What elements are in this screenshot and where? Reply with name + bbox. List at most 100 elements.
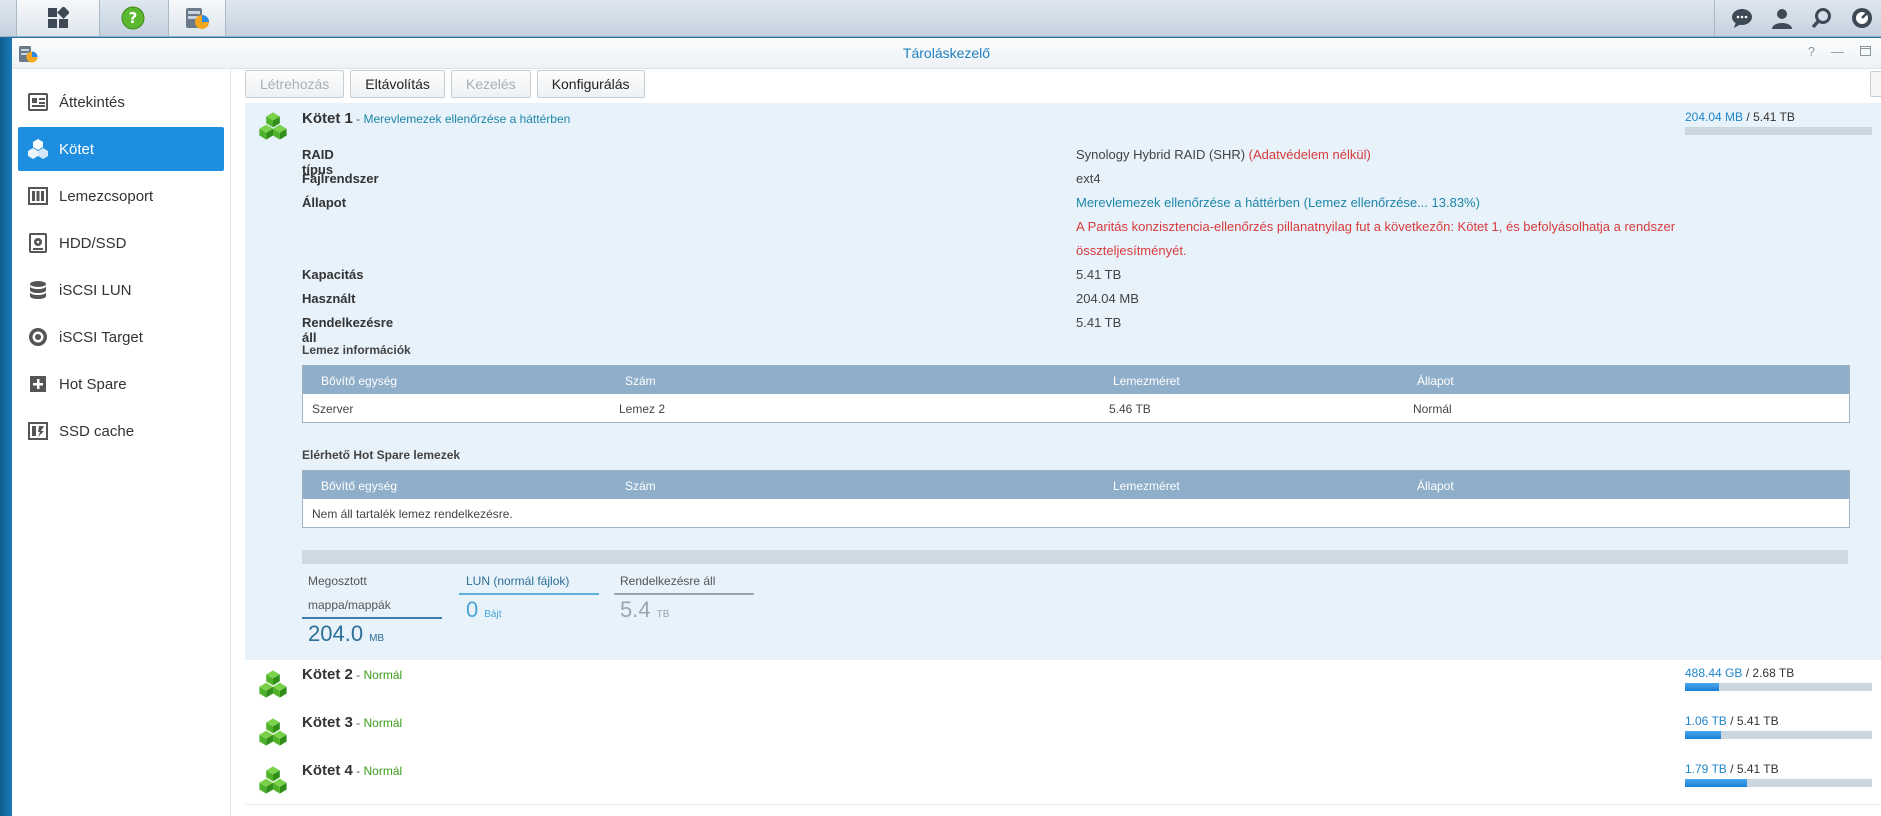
capacity-label: Kapacitás [302, 267, 364, 282]
col-status[interactable]: Állapot [1417, 374, 1454, 388]
toolbar-overflow-button[interactable] [1870, 71, 1881, 97]
remove-button[interactable]: Eltávolítás [350, 70, 445, 98]
sidebar-item-overview[interactable]: Áttekintés [18, 80, 224, 124]
chat-icon[interactable] [1729, 5, 1755, 31]
divider-bar [302, 550, 1848, 564]
stat-underline [614, 593, 754, 595]
disk-group-icon [27, 185, 49, 207]
empty-message: Nem áll tartalék lemez rendelkezésre. [312, 507, 513, 521]
minimize-icon[interactable]: — [1831, 44, 1844, 59]
col-expansion-unit[interactable]: Bővítő egység [321, 374, 397, 388]
stat-label-line2: mappa/mappák [308, 598, 391, 612]
available-label: Rendelkezésre áll [302, 315, 394, 345]
volume-2-row[interactable]: Kötet 2 - Normál 488.44 GB / 2.68 TB [245, 660, 1881, 709]
window-titlebar[interactable]: Tároláskezelő ? — [12, 38, 1881, 69]
sidebar-item-iscsi-target[interactable]: iSCSI Target [18, 315, 224, 359]
title-separator: - [352, 112, 364, 126]
volume-3-row[interactable]: Kötet 3 - Normál 1.06 TB / 5.41 TB [245, 708, 1881, 757]
raid-note: (Adatvédelem nélkül) [1248, 147, 1371, 162]
title-separator: - [352, 764, 364, 778]
raid-type: Synology Hybrid RAID (SHR) [1076, 147, 1246, 162]
maximize-icon[interactable] [1860, 44, 1871, 59]
title-separator: - [352, 716, 364, 730]
usage-separator: / [1726, 714, 1737, 728]
usage-separator: / [1742, 666, 1753, 680]
sidebar-item-disk-group[interactable]: Lemezcsoport [18, 174, 224, 218]
volume-1-panel[interactable]: Kötet 1 - Merevlemezek ellenőrzése a hát… [245, 103, 1881, 660]
volume-name: Kötet 3 [302, 714, 353, 731]
target-icon [27, 326, 49, 348]
stat-lun: LUN (normál fájlok) 0 Bájt [459, 569, 599, 623]
search-icon[interactable] [1809, 5, 1835, 31]
col-disk-size[interactable]: Lemezméret [1113, 374, 1180, 388]
volume-icon [27, 138, 49, 160]
sidebar-item-label: SSD cache [59, 422, 135, 440]
stat-label: Rendelkezésre áll [620, 574, 716, 588]
volume-status: Normál [363, 716, 403, 730]
volume-1-usage-bar [1685, 127, 1872, 135]
cell-expansion-unit: Szerver [312, 402, 354, 416]
stat-label: LUN (normál fájlok) [466, 574, 570, 588]
sidebar-item-label: Lemezcsoport [59, 187, 154, 205]
used-label: Használt [302, 291, 356, 306]
volume-name: Kötet 4 [302, 762, 353, 779]
volume-name: Kötet 2 [302, 666, 353, 683]
volume-usage-bar [1685, 779, 1872, 787]
configure-button[interactable]: Konfigurálás [536, 70, 645, 98]
volume-usage: 488.44 GB / 2.68 TB [1685, 666, 1794, 680]
sidebar-item-hdd-ssd[interactable]: HDD/SSD [18, 221, 224, 265]
stat-value-row: 5.4 TB [614, 597, 754, 623]
col-disk-size[interactable]: Lemezméret [1113, 479, 1180, 493]
fs-value: ext4 [1076, 171, 1101, 186]
volume-title: Kötet 4 - Normál [302, 762, 402, 779]
window-title: Tároláskezelő [902, 45, 991, 61]
volume-name: Kötet 1 [302, 110, 353, 127]
sidebar-item-hot-spare[interactable]: Hot Spare [18, 362, 224, 406]
state-value: Merevlemezek ellenőrzése a háttérben (Le… [1076, 195, 1480, 210]
window-controls: ? — [1808, 44, 1871, 59]
database-icon [27, 279, 49, 301]
hdd-icon [27, 232, 49, 254]
create-button[interactable]: Létrehozás [245, 70, 345, 98]
total-size: 5.41 TB [1736, 714, 1779, 728]
dashboard-icon[interactable] [1849, 5, 1875, 31]
help-window-icon[interactable]: ? [1808, 44, 1815, 59]
stat-value: 5.4 [620, 597, 651, 622]
sidebar-item-volume[interactable]: Kötet [18, 127, 224, 171]
usage-separator: / [1726, 762, 1737, 776]
volume-4-row[interactable]: Kötet 4 - Normál 1.79 TB / 5.41 TB [245, 756, 1881, 805]
volume-title: Kötet 2 - Normál [302, 666, 402, 683]
cell-disk-size: 5.46 TB [1109, 402, 1151, 416]
title-separator: - [352, 668, 364, 682]
storage-manager-window: Tároláskezelő ? — Áttekintés Kötet Lemez… [12, 38, 1881, 816]
volume-title: Kötet 3 - Normál [302, 714, 402, 731]
main-menu-button[interactable] [16, 0, 100, 36]
storage-manager-taskbar-button[interactable] [168, 0, 226, 36]
sidebar-item-iscsi-lun[interactable]: iSCSI LUN [18, 268, 224, 312]
manage-button[interactable]: Kezelés [450, 70, 531, 98]
cell-status: Normál [1413, 402, 1452, 416]
col-number[interactable]: Szám [625, 374, 656, 388]
col-expansion-unit[interactable]: Bővítő egység [321, 479, 397, 493]
stat-value-row: 0 Bájt [459, 597, 599, 623]
col-number[interactable]: Szám [625, 479, 656, 493]
table-row[interactable]: Szerver Lemez 2 5.46 TB Normál [303, 394, 1849, 422]
raid-value: Synology Hybrid RAID (SHR) (Adatvédelem … [1076, 147, 1371, 162]
stat-unit: MB [369, 633, 385, 644]
table-row: Nem áll tartalék lemez rendelkezésre. [303, 499, 1849, 527]
sidebar-item-ssd-cache[interactable]: SSD cache [18, 409, 224, 453]
hot-spare-title: Elérhető Hot Spare lemezek [302, 448, 461, 462]
plus-icon [27, 373, 49, 395]
col-status[interactable]: Állapot [1417, 479, 1454, 493]
help-button[interactable]: ? [99, 0, 167, 36]
disk-info-title: Lemez információk [302, 343, 411, 357]
table-header: Bővítő egység Szám Lemezméret Állapot [303, 471, 1849, 499]
help-icon: ? [121, 6, 145, 30]
volume-icon [259, 718, 287, 746]
stat-shared-folders: Megosztott mappa/mappák 204.0 MB [302, 569, 442, 647]
usage-separator: / [1743, 110, 1754, 124]
volume-usage-bar [1685, 731, 1872, 739]
used-size: 1.79 TB [1685, 762, 1727, 776]
stat-available: Rendelkezésre áll 5.4 TB [614, 569, 754, 623]
user-icon[interactable] [1769, 5, 1795, 31]
